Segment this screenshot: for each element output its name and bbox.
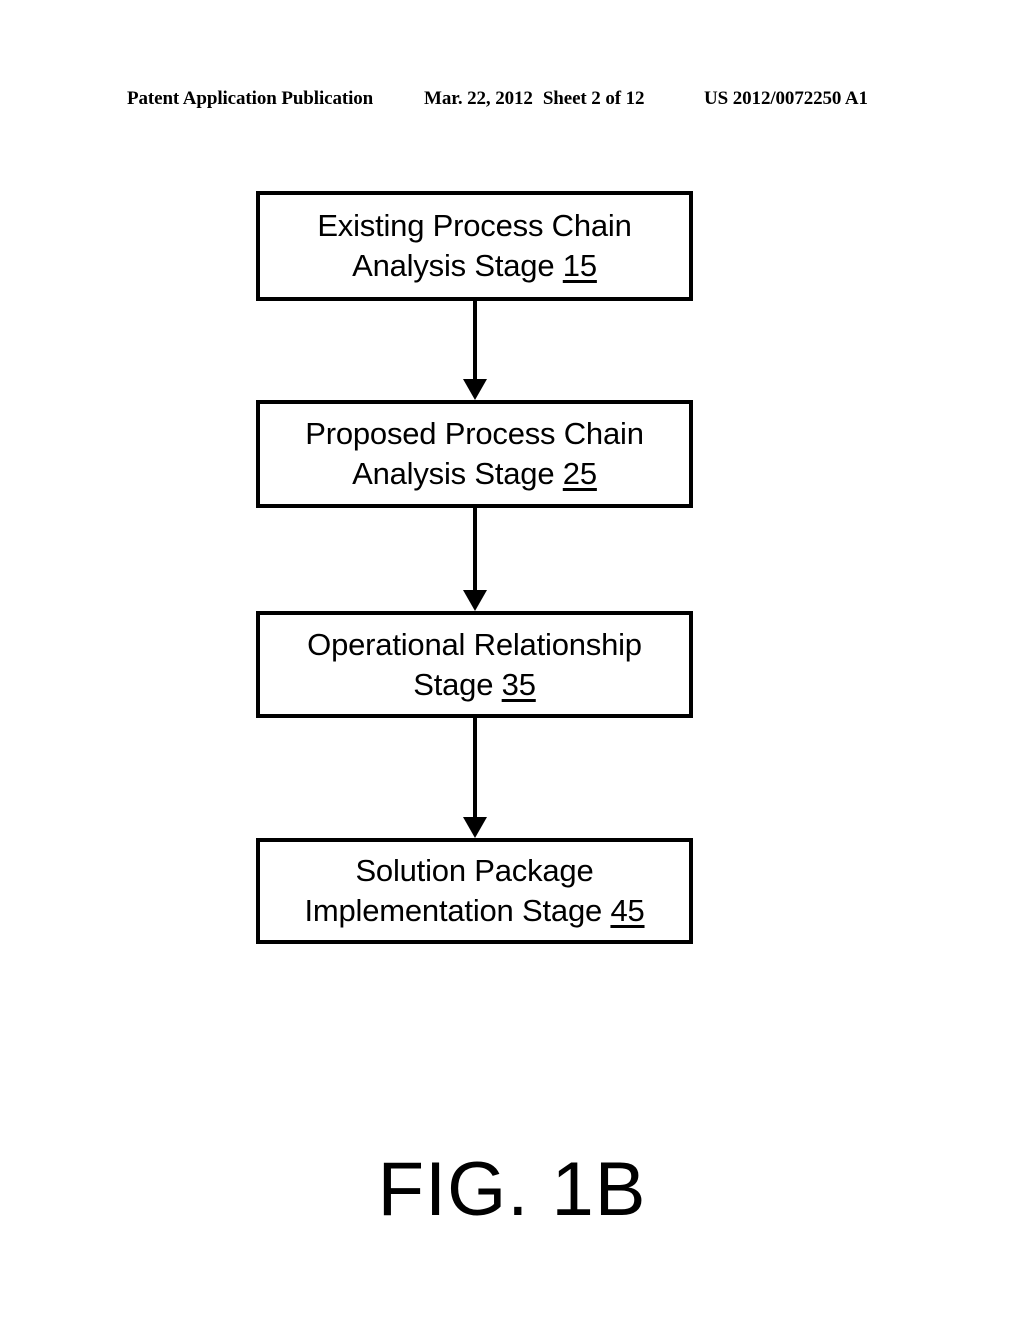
node-label: Existing Process Chain Analysis Stage 15 xyxy=(303,206,645,286)
node-label-line-2: Implementation Stage xyxy=(304,893,611,928)
node-reference-numeral: 35 xyxy=(501,666,536,702)
node-label: Operational Relationship Stage 35 xyxy=(293,625,656,705)
node-reference-numeral: 45 xyxy=(610,893,645,928)
node-label: Proposed Process Chain Analysis Stage 25 xyxy=(291,414,658,494)
node-label-line-1: Operational Relationship xyxy=(307,626,642,662)
node-reference-numeral: 15 xyxy=(562,248,597,283)
arrow-down-icon xyxy=(463,718,487,838)
flowchart-connector-1 xyxy=(0,301,1024,400)
flowchart-node-proposed-process-chain-analysis: Proposed Process Chain Analysis Stage 25 xyxy=(256,400,693,508)
patent-figure-page: Patent Application Publication Mar. 22, … xyxy=(0,0,1024,1320)
flowchart-connector-2 xyxy=(0,508,1024,611)
node-reference-numeral: 25 xyxy=(562,456,597,491)
node-label-line-2: Stage xyxy=(413,666,502,702)
node-label-line-2: Analysis Stage xyxy=(352,248,563,283)
node-label-line-2: Analysis Stage xyxy=(352,456,563,491)
flowchart-connector-3 xyxy=(0,718,1024,838)
flowchart-node-existing-process-chain-analysis: Existing Process Chain Analysis Stage 15 xyxy=(256,191,693,301)
node-label: Solution Package Implementation Stage 45 xyxy=(290,851,658,931)
arrow-down-icon xyxy=(463,301,487,400)
flowchart: Existing Process Chain Analysis Stage 15… xyxy=(0,0,1024,1320)
node-label-line-1: Solution Package xyxy=(355,853,594,888)
flowchart-node-solution-package-implementation: Solution Package Implementation Stage 45 xyxy=(256,838,693,944)
node-label-line-1: Proposed Process Chain xyxy=(305,416,644,451)
node-label-line-1: Existing Process Chain xyxy=(317,208,632,243)
arrow-down-icon xyxy=(463,508,487,611)
flowchart-node-operational-relationship: Operational Relationship Stage 35 xyxy=(256,611,693,718)
figure-caption: FIG. 1B xyxy=(377,1147,647,1232)
